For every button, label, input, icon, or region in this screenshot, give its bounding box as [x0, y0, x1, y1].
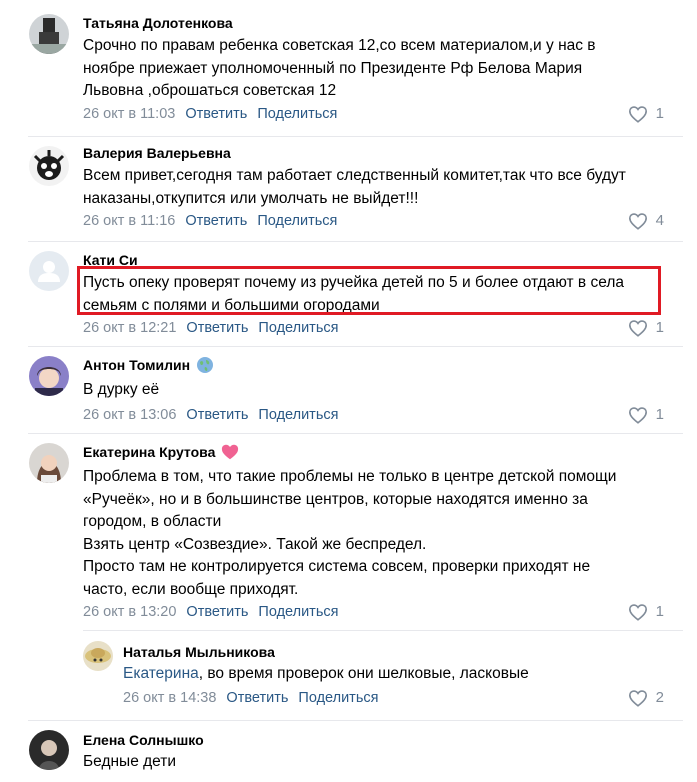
comment-text: Срочно по правам ребенка советская 12,со…	[83, 35, 683, 103]
comment-line: «Ручеёк», но и в большинстве центров, ко…	[83, 490, 588, 508]
like-count: 1	[655, 105, 664, 122]
comment-author[interactable]: Екатерина Крутова	[83, 443, 239, 461]
comment-meta: 26 окт в 14:38 Ответить Поделиться	[123, 689, 388, 707]
pink-heart-emoji-icon	[222, 444, 239, 460]
author-name[interactable]: Валерия Валерьевна	[83, 144, 231, 162]
comment-meta: 26 окт в 11:03 Ответить Поделиться	[83, 105, 347, 123]
like-count: 1	[655, 603, 664, 620]
like-button[interactable]: 1	[628, 406, 664, 424]
avatar[interactable]	[29, 14, 69, 54]
comment-line: Проблема в том, что такие проблемы не то…	[83, 468, 617, 485]
like-count: 2	[655, 689, 664, 706]
globe-emoji-icon	[197, 357, 214, 373]
heart-outline-icon	[628, 407, 647, 424]
like-button[interactable]: 4	[628, 212, 664, 230]
like-button[interactable]: 1	[628, 603, 664, 621]
like-count: 4	[655, 212, 664, 229]
author-name[interactable]: Наталья Мыльникова	[123, 643, 275, 661]
comment-line: Бедные дети	[83, 753, 177, 770]
reply-link[interactable]: Ответить	[185, 106, 247, 122]
comment-author[interactable]: Наталья Мыльникова	[123, 643, 275, 661]
avatar[interactable]	[29, 356, 69, 396]
comment-text: Проблема в том, что такие проблемы не то…	[83, 466, 683, 601]
share-link[interactable]: Поделиться	[257, 106, 337, 122]
comment-meta: 26 окт в 13:06 Ответить Поделиться	[83, 406, 348, 424]
reply-link[interactable]: Ответить	[186, 320, 248, 336]
comment-author[interactable]: Кати Си	[83, 251, 138, 269]
comment-meta: 26 окт в 13:20 Ответить Поделиться	[83, 603, 348, 621]
comment-text: Пусть опеку проверят почему из ручейка д…	[83, 272, 683, 317]
comment-date[interactable]: 26 окт в 14:38	[123, 690, 216, 706]
share-link[interactable]: Поделиться	[257, 213, 337, 229]
comment-date[interactable]: 26 окт в 11:03	[83, 106, 175, 122]
like-button[interactable]: 1	[628, 105, 664, 123]
comment-author[interactable]: Елена Солнышко	[83, 731, 204, 749]
comment-meta: 26 окт в 11:16 Ответить Поделиться	[83, 212, 347, 230]
author-name[interactable]: Елена Солнышко	[83, 731, 204, 749]
comment-text: Всем привет,сегодня там работает следств…	[83, 165, 683, 210]
comment-line: Екатерина, во время проверок они шелковы…	[123, 663, 683, 686]
avatar[interactable]	[29, 443, 69, 483]
share-link[interactable]: Поделиться	[258, 604, 338, 620]
comment-author[interactable]: Татьяна Долотенкова	[83, 14, 233, 32]
mention-link[interactable]: Екатерина	[123, 665, 199, 682]
comment-line: Взять центр «Созвездие». Такой же беспре…	[83, 535, 427, 553]
comment-text: Бедные дети	[83, 751, 683, 774]
comment-date[interactable]: 26 окт в 13:06	[83, 407, 176, 423]
comment-line: семьям с полями и большими огородами	[83, 296, 380, 314]
comment-line: Просто там не контролируется система сов…	[83, 558, 591, 575]
reply-link[interactable]: Ответить	[186, 407, 248, 423]
share-link[interactable]: Поделиться	[258, 320, 338, 336]
author-name[interactable]: Кати Си	[83, 251, 138, 269]
heart-outline-icon	[628, 690, 647, 707]
avatar[interactable]	[29, 146, 69, 186]
separator	[83, 630, 683, 631]
author-name[interactable]: Татьяна Долотенкова	[83, 14, 233, 32]
comment-line: ноябре приежает уполномоченный по Презид…	[83, 59, 583, 77]
like-count: 1	[655, 319, 664, 336]
comment-line: часто, если вообще приходят.	[83, 580, 299, 598]
like-button[interactable]: 1	[628, 319, 664, 337]
avatar[interactable]	[83, 641, 113, 671]
comment-line: Пусть опеку проверят почему из ручейка д…	[83, 274, 624, 291]
comment-author[interactable]: Антон Томилин	[83, 356, 214, 374]
separator	[28, 720, 683, 721]
reply-link[interactable]: Ответить	[226, 690, 288, 706]
reply-link[interactable]: Ответить	[186, 604, 248, 620]
avatar[interactable]	[29, 730, 69, 770]
share-link[interactable]: Поделиться	[298, 690, 378, 706]
comment-text: В дурку её	[83, 379, 683, 402]
heart-outline-icon	[628, 604, 647, 621]
comment-line: Всем привет,сегодня там работает следств…	[83, 167, 626, 184]
heart-outline-icon	[628, 320, 647, 337]
comment-line: наказаны,откупится или умолчать не выйде…	[83, 189, 419, 207]
reply-link[interactable]: Ответить	[185, 213, 247, 229]
like-count: 1	[655, 406, 664, 423]
comment-date[interactable]: 26 окт в 13:20	[83, 604, 176, 620]
comment-text: Екатерина, во время проверок они шелковы…	[123, 663, 683, 686]
heart-outline-icon	[628, 213, 647, 230]
comment-line: городом, в области	[83, 513, 222, 530]
separator	[28, 136, 683, 137]
separator	[28, 433, 683, 434]
author-name[interactable]: Екатерина Крутова	[83, 443, 215, 461]
separator	[28, 346, 683, 347]
separator	[28, 241, 683, 242]
heart-outline-icon	[628, 106, 647, 123]
comment-date[interactable]: 26 окт в 11:16	[83, 213, 175, 229]
comment-date[interactable]: 26 окт в 12:21	[83, 320, 176, 336]
comment-line: В дурку её	[83, 381, 160, 398]
avatar[interactable]	[29, 251, 69, 291]
comment-line: Львовна ,оброшаться советская 12	[83, 82, 337, 99]
like-button[interactable]: 2	[628, 689, 664, 707]
comment-meta: 26 окт в 12:21 Ответить Поделиться	[83, 319, 348, 337]
author-name[interactable]: Антон Томилин	[83, 356, 190, 374]
comment-line: Срочно по правам ребенка советская 12,со…	[83, 37, 596, 54]
reply-text: , во время проверок они шелковые, ласков…	[198, 665, 529, 682]
comment-author[interactable]: Валерия Валерьевна	[83, 144, 231, 162]
share-link[interactable]: Поделиться	[258, 407, 338, 423]
